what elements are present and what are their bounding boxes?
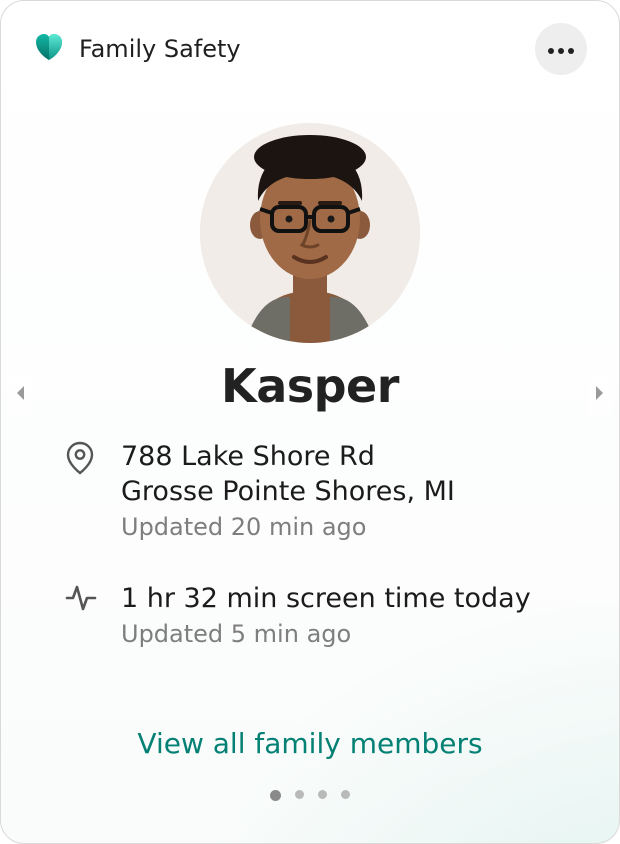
prev-member-button[interactable] bbox=[9, 375, 33, 415]
chevron-left-icon bbox=[14, 384, 28, 406]
location-line2: Grosse Pointe Shores, MI bbox=[121, 474, 571, 509]
avatar-image bbox=[200, 123, 420, 343]
card-header: Family Safety bbox=[33, 23, 587, 75]
app-title: Family Safety bbox=[79, 35, 241, 63]
next-member-button[interactable] bbox=[587, 375, 611, 415]
page-dot[interactable] bbox=[270, 790, 281, 801]
avatar bbox=[200, 123, 420, 343]
member-name: Kasper bbox=[1, 359, 619, 413]
page-dot[interactable] bbox=[341, 790, 350, 799]
more-button[interactable] bbox=[535, 23, 587, 75]
activity-icon bbox=[65, 583, 101, 617]
location-pin-icon bbox=[65, 441, 101, 479]
page-dot[interactable] bbox=[295, 790, 304, 799]
family-safety-card: Family Safety bbox=[0, 0, 620, 844]
page-dot[interactable] bbox=[318, 790, 327, 799]
location-updated: Updated 20 min ago bbox=[121, 513, 571, 541]
location-line1: 788 Lake Shore Rd bbox=[121, 439, 571, 474]
ellipsis-icon bbox=[547, 40, 575, 59]
app-icon bbox=[33, 31, 65, 67]
view-all-link[interactable]: View all family members bbox=[1, 727, 619, 760]
location-block[interactable]: 788 Lake Shore Rd Grosse Pointe Shores, … bbox=[65, 439, 571, 541]
pagination-dots bbox=[1, 790, 619, 801]
chevron-right-icon bbox=[592, 384, 606, 406]
screen-time-updated: Updated 5 min ago bbox=[121, 620, 571, 648]
screen-time-block[interactable]: 1 hr 32 min screen time today Updated 5 … bbox=[65, 581, 571, 648]
screen-time-summary: 1 hr 32 min screen time today bbox=[121, 581, 571, 616]
